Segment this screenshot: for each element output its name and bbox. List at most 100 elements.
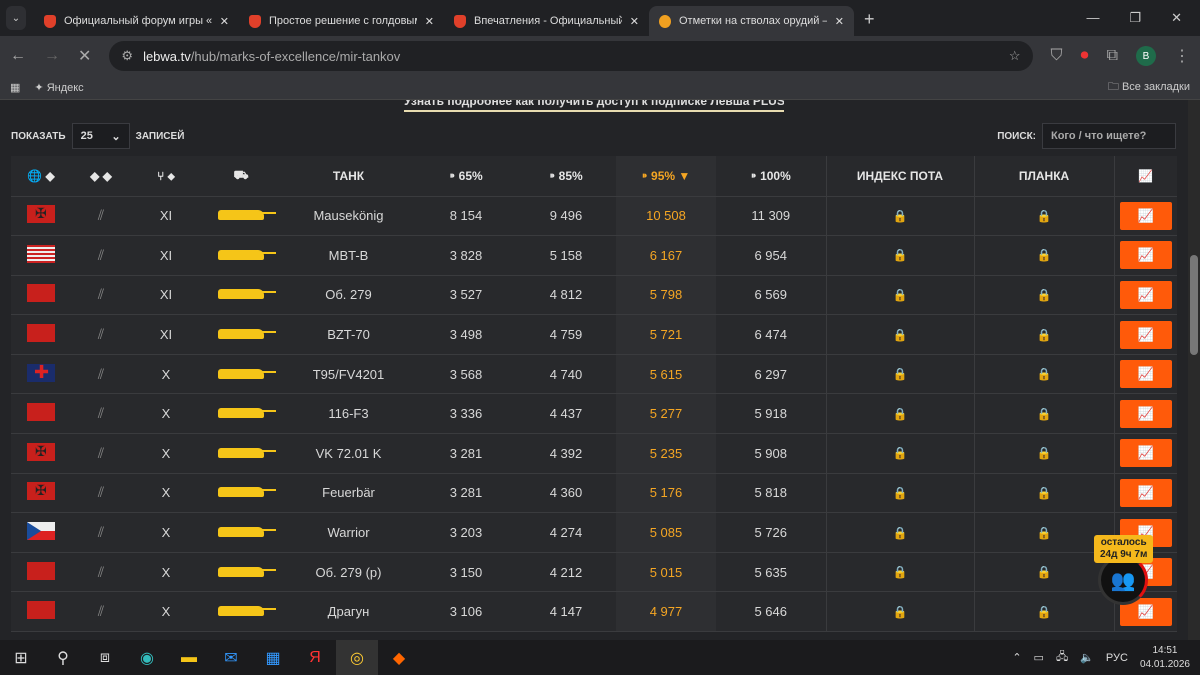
damage-100: 11 309	[716, 196, 826, 237]
browser-tab[interactable]: Официальный форум игры «Мир танков» ✕	[34, 6, 239, 36]
damage-65: 3 336	[416, 393, 516, 435]
browser-tab[interactable]: Простое решение с голдовыми ✕	[239, 6, 444, 36]
minimize-button[interactable]: —	[1086, 10, 1099, 26]
chart-button[interactable]: 📈	[1119, 320, 1172, 349]
all-bookmarks[interactable]: 🗀 Все закладки	[1108, 78, 1190, 97]
favicon-icon	[44, 14, 56, 28]
close-window-button[interactable]: ✕	[1171, 10, 1182, 26]
marks-table: 🌐 ◆ ◆ ◆ ⑂ ◆ ⛟ ТАНК ⁍ 65% ⁍ 85% ⁍ 95% ▼ ⁍…	[11, 156, 1177, 633]
tank-name: BZT-70	[281, 314, 416, 355]
language-indicator[interactable]: РУС	[1106, 652, 1128, 664]
favicon-icon	[249, 14, 261, 28]
menu-icon[interactable]: ⋮	[1174, 46, 1190, 66]
lock-icon: 🔒	[825, 196, 974, 237]
forward-button[interactable]: →	[44, 47, 60, 65]
col-type[interactable]: ◆ ◆	[71, 156, 131, 197]
lock-icon: 🔒	[973, 235, 1114, 276]
search-input[interactable]: Кого / что ищете?	[1042, 123, 1176, 149]
col-65[interactable]: ⁍ 65%	[416, 156, 516, 197]
back-button[interactable]: ←	[10, 47, 26, 65]
chart-button[interactable]: 📈	[1119, 201, 1172, 230]
people-icon: 👥	[1110, 569, 1136, 592]
store-icon[interactable]: ▦	[252, 640, 294, 675]
shield-extension-icon[interactable]: ⛉	[1051, 47, 1063, 65]
bookmarks-bar: ▦ ✦ Яндекс 🗀 Все закладки	[0, 76, 1200, 100]
damage-85: 5 158	[516, 235, 616, 276]
lock-icon: 🔒	[825, 314, 974, 355]
scrollbar[interactable]	[1188, 100, 1200, 640]
chart-button[interactable]: 📈	[1119, 478, 1172, 507]
bookmark-star-icon[interactable]: ☆	[1009, 48, 1021, 64]
bookmark-yandex[interactable]: ✦ Яндекс	[34, 81, 83, 94]
damage-85: 4 740	[516, 354, 616, 395]
tab-search-button[interactable]: ⌄	[6, 6, 26, 30]
tank-image	[218, 249, 276, 260]
col-85[interactable]: ⁍ 85%	[516, 156, 616, 197]
damage-100: 5 818	[716, 473, 826, 514]
new-tab-button[interactable]: +	[864, 9, 875, 30]
table-row: ⫽ XI Об. 279 3 527 4 812 5 798 6 569 🔒 🔒…	[11, 275, 1177, 316]
damage-85: 4 392	[516, 433, 616, 474]
stop-button[interactable]: ✕	[78, 46, 91, 66]
task-view-icon[interactable]: ⧈	[84, 640, 126, 675]
close-tab-icon[interactable]: ✕	[220, 15, 229, 28]
tray-chevron-icon[interactable]: ⌃	[1012, 651, 1021, 664]
damage-100: 5 635	[716, 552, 826, 593]
camera-icon[interactable]: ▭	[1034, 651, 1044, 664]
col-bar[interactable]: ПЛАНКА	[973, 156, 1114, 197]
game-center-icon[interactable]: ◆	[378, 640, 420, 675]
mail-icon[interactable]: ✉	[210, 640, 252, 675]
browser-tab[interactable]: Отметки на стволах орудий — ✕	[649, 6, 854, 36]
clock[interactable]: 14:51 04.01.2026	[1140, 644, 1190, 672]
col-tank[interactable]: ТАНК	[281, 156, 416, 197]
site-settings-icon[interactable]: ⚙	[121, 48, 133, 64]
damage-65: 3 203	[416, 512, 516, 553]
col-tier[interactable]: ⑂ ◆	[131, 156, 201, 197]
chart-button[interactable]: 📈	[1119, 241, 1172, 270]
search-icon[interactable]: ⚲	[42, 640, 84, 675]
col-chart: 📈	[1113, 156, 1177, 197]
close-tab-icon[interactable]: ✕	[835, 15, 844, 28]
col-index[interactable]: ИНДЕКС ПОТА	[825, 156, 974, 197]
page-size-select[interactable]: 25 ⌄	[71, 123, 130, 149]
volume-icon[interactable]: 🔈	[1080, 651, 1094, 664]
start-button[interactable]: ⊞	[0, 640, 42, 675]
damage-85: 4 759	[516, 314, 616, 355]
chart-button[interactable]: 📈	[1119, 280, 1172, 309]
vehicle-type-icon: ◆	[90, 168, 100, 183]
col-nation[interactable]: 🌐 ◆	[11, 156, 71, 197]
close-tab-icon[interactable]: ✕	[425, 15, 434, 28]
record-extension-icon[interactable]: ⏺	[1081, 47, 1089, 65]
profile-avatar[interactable]: B	[1136, 46, 1156, 66]
address-bar[interactable]: ⚙ lebwa.tv/hub/marks-of-excellence/mir-t…	[109, 41, 1033, 71]
chrome-icon[interactable]: ◎	[336, 640, 378, 675]
network-icon[interactable]: 🖧	[1056, 648, 1068, 667]
lock-icon: 🔒	[825, 552, 974, 593]
edge-icon[interactable]: ◉	[126, 640, 168, 675]
col-95[interactable]: ⁍ 95% ▼	[616, 156, 716, 197]
close-tab-icon[interactable]: ✕	[630, 15, 639, 28]
apps-icon[interactable]: ▦	[10, 81, 20, 94]
chart-button[interactable]: 📈	[1119, 439, 1172, 468]
explorer-icon[interactable]: ▬	[168, 640, 210, 675]
yandex-icon[interactable]: Я	[294, 640, 336, 675]
restore-button[interactable]: ❐	[1129, 10, 1141, 26]
chart-button[interactable]: 📈	[1119, 399, 1172, 428]
records-label: ЗАПИСЕЙ	[135, 130, 185, 142]
tab-title: Отметки на стволах орудий —	[679, 15, 827, 27]
tier: X	[131, 512, 201, 553]
damage-65: 3 498	[416, 314, 516, 355]
lock-icon: 🔒	[973, 473, 1114, 514]
damage-85: 4 812	[516, 275, 616, 316]
heavy-tank-icon: ⫽	[71, 591, 131, 633]
nation-flag-icon	[27, 601, 55, 620]
col-100[interactable]: ⁍ 100%	[716, 156, 826, 197]
toolbar: ← → ✕ ⚙ lebwa.tv/hub/marks-of-excellence…	[0, 36, 1200, 76]
promo-link[interactable]: Узнать подробнее как получить доступ к п…	[404, 100, 784, 112]
chart-button[interactable]: 📈	[1119, 360, 1172, 389]
nation-flag-icon	[27, 205, 55, 224]
browser-tab[interactable]: Впечатления - Официальный форум ✕	[444, 6, 649, 36]
tier: XI	[131, 275, 201, 316]
extensions-icon[interactable]: ⧉	[1107, 47, 1118, 65]
heavy-tank-icon: ⫽	[71, 512, 131, 553]
